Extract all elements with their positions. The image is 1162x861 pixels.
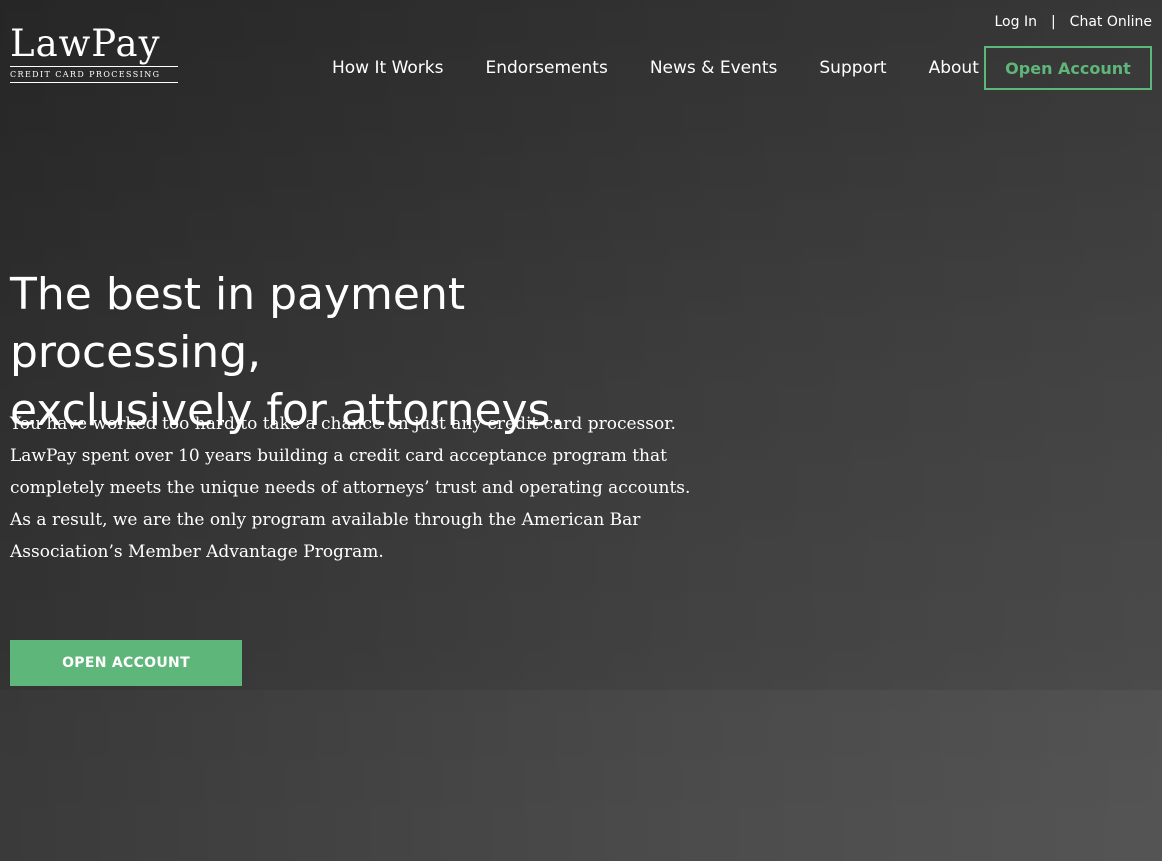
nav-item-news-events[interactable]: News & Events [650, 58, 778, 78]
utility-nav: Log In | Chat Online [994, 14, 1152, 30]
hero-description: You have worked too hard to take a chanc… [10, 408, 710, 568]
logo-divider [10, 66, 178, 67]
logo-divider-bottom [10, 82, 178, 83]
login-link[interactable]: Log In [994, 14, 1036, 30]
utility-separator: | [1050, 14, 1056, 30]
nav-item-endorsements[interactable]: Endorsements [485, 58, 607, 78]
hero-paragraph-2: As a result, we are the only program ava… [10, 510, 641, 562]
logo-wordmark: LawPay [10, 22, 161, 65]
hero-headline-line1: The best in payment processing, [10, 269, 466, 378]
open-account-button[interactable]: OPEN ACCOUNT [10, 640, 242, 686]
open-account-nav-button[interactable]: Open Account [984, 46, 1152, 90]
nav-item-about[interactable]: About [929, 58, 979, 78]
chat-online-link[interactable]: Chat Online [1070, 14, 1152, 30]
nav-item-how-it-works[interactable]: How It Works [332, 58, 443, 78]
logo[interactable]: LawPay CREDIT CARD PROCESSING [10, 24, 180, 83]
nav-item-support[interactable]: Support [819, 58, 886, 78]
main-nav: How It Works Endorsements News & Events … [332, 58, 979, 78]
hero-paragraph-1: You have worked too hard to take a chanc… [10, 414, 691, 498]
logo-tagline: CREDIT CARD PROCESSING [10, 70, 161, 79]
